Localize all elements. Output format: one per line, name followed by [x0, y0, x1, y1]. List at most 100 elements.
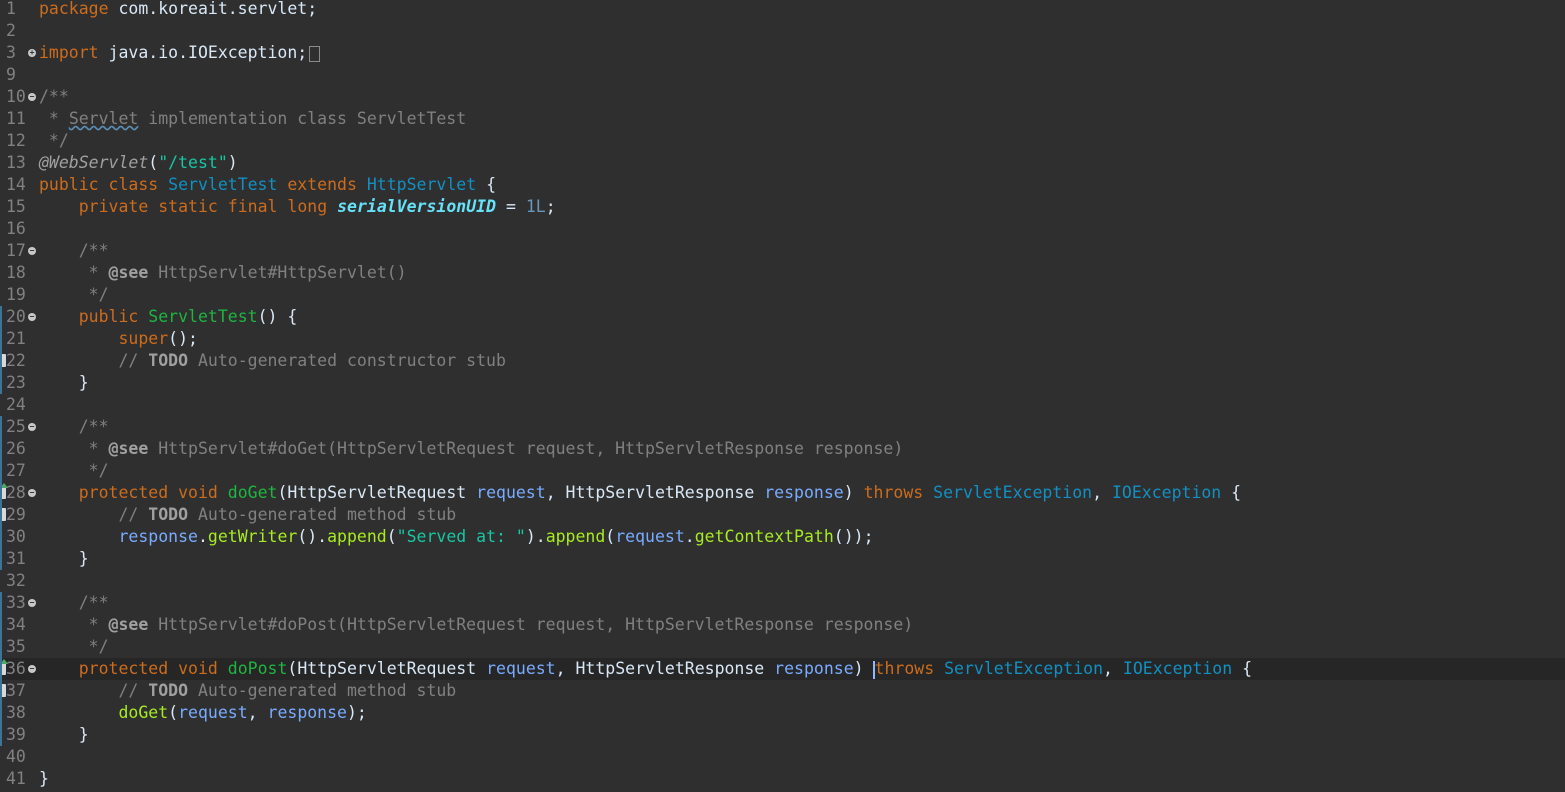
code-text[interactable]: * @see HttpServlet#doGet(HttpServletRequ…: [39, 438, 904, 460]
collapsed-region-icon[interactable]: [309, 45, 321, 62]
fold-collapse-icon[interactable]: −: [28, 665, 36, 673]
line-gutter[interactable]: 27: [0, 460, 38, 482]
line-gutter[interactable]: 25−: [0, 416, 38, 438]
code-line[interactable]: 39 }: [0, 724, 1565, 746]
code-text[interactable]: doGet(request, response);: [39, 702, 366, 724]
line-gutter[interactable]: 19: [0, 284, 38, 306]
code-line[interactable]: 16: [0, 218, 1565, 240]
line-gutter[interactable]: 22: [0, 350, 38, 372]
code-line[interactable]: 37 // TODO Auto-generated method stub: [0, 680, 1565, 702]
code-line[interactable]: 32: [0, 570, 1565, 592]
code-text[interactable]: */: [39, 636, 109, 658]
code-line[interactable]: 35 */: [0, 636, 1565, 658]
code-line[interactable]: 9: [0, 64, 1565, 86]
fold-collapse-icon[interactable]: −: [28, 599, 36, 607]
line-gutter[interactable]: 21: [0, 328, 38, 350]
line-gutter[interactable]: 38: [0, 702, 38, 724]
code-line[interactable]: 29 // TODO Auto-generated method stub: [0, 504, 1565, 526]
line-gutter[interactable]: 1: [0, 0, 38, 20]
code-text[interactable]: /**: [39, 86, 69, 108]
line-gutter[interactable]: 18: [0, 262, 38, 284]
code-text[interactable]: /**: [39, 416, 109, 438]
code-line[interactable]: 38 doGet(request, response);: [0, 702, 1565, 724]
fold-collapse-icon[interactable]: −: [28, 93, 36, 101]
line-gutter[interactable]: 39: [0, 724, 38, 746]
code-text[interactable]: public class ServletTest extends HttpSer…: [39, 174, 496, 196]
line-gutter[interactable]: 31: [0, 548, 38, 570]
code-line[interactable]: 27 */: [0, 460, 1565, 482]
code-text[interactable]: public ServletTest() {: [39, 306, 298, 328]
code-text[interactable]: package com.koreait.servlet;: [39, 0, 317, 20]
code-line[interactable]: 15 private static final long serialVersi…: [0, 196, 1565, 218]
line-gutter[interactable]: 34: [0, 614, 38, 636]
code-line[interactable]: 17− /**: [0, 240, 1565, 262]
code-text[interactable]: */: [39, 460, 109, 482]
code-line[interactable]: 40: [0, 746, 1565, 768]
code-line[interactable]: 34 * @see HttpServlet#doPost(HttpServlet…: [0, 614, 1565, 636]
code-text[interactable]: private static final long serialVersionU…: [39, 196, 556, 218]
code-line[interactable]: 30 response.getWriter().append("Served a…: [0, 526, 1565, 548]
code-line[interactable]: 23 }: [0, 372, 1565, 394]
code-text[interactable]: // TODO Auto-generated method stub: [39, 680, 456, 702]
code-text[interactable]: /**: [39, 240, 109, 262]
code-line[interactable]: 12 */: [0, 130, 1565, 152]
line-gutter[interactable]: 33−: [0, 592, 38, 614]
code-text[interactable]: }: [39, 724, 89, 746]
line-gutter[interactable]: 37: [0, 680, 38, 702]
code-line[interactable]: 21 super();: [0, 328, 1565, 350]
code-text[interactable]: /**: [39, 592, 109, 614]
code-line[interactable]: 41}: [0, 768, 1565, 790]
line-gutter[interactable]: 17−: [0, 240, 38, 262]
code-text[interactable]: * Servlet implementation class ServletTe…: [39, 108, 466, 130]
line-gutter[interactable]: 20−: [0, 306, 38, 328]
line-gutter[interactable]: 28−: [0, 482, 38, 504]
line-gutter[interactable]: 24: [0, 394, 38, 416]
fold-expand-icon[interactable]: +: [28, 49, 36, 57]
line-gutter[interactable]: 30: [0, 526, 38, 548]
code-text[interactable]: // TODO Auto-generated constructor stub: [39, 350, 505, 372]
code-line[interactable]: 19 */: [0, 284, 1565, 306]
code-line[interactable]: 28− protected void doGet(HttpServletRequ…: [0, 482, 1565, 504]
line-gutter[interactable]: 41: [0, 768, 38, 790]
code-text[interactable]: }: [39, 372, 89, 394]
line-gutter[interactable]: 36−: [0, 658, 38, 680]
code-line[interactable]: 22 // TODO Auto-generated constructor st…: [0, 350, 1565, 372]
code-text[interactable]: import java.io.IOException;: [39, 42, 321, 64]
line-gutter[interactable]: 9: [0, 64, 38, 86]
code-text[interactable]: response.getWriter().append("Served at: …: [39, 526, 873, 548]
line-gutter[interactable]: 15: [0, 196, 38, 218]
code-line[interactable]: 36− protected void doPost(HttpServletReq…: [0, 658, 1565, 680]
code-text[interactable]: super();: [39, 328, 197, 350]
line-gutter[interactable]: 14: [0, 174, 38, 196]
line-gutter[interactable]: 12: [0, 130, 38, 152]
fold-collapse-icon[interactable]: −: [28, 489, 36, 497]
line-gutter[interactable]: 2: [0, 20, 38, 42]
line-gutter[interactable]: 32: [0, 570, 38, 592]
line-gutter[interactable]: 26: [0, 438, 38, 460]
line-gutter[interactable]: 10−: [0, 86, 38, 108]
code-line[interactable]: 14 public class ServletTest extends HttpS…: [0, 174, 1565, 196]
line-gutter[interactable]: 16: [0, 218, 38, 240]
code-line[interactable]: 31 }: [0, 548, 1565, 570]
code-text[interactable]: }: [39, 768, 49, 790]
code-text[interactable]: // TODO Auto-generated method stub: [39, 504, 456, 526]
code-text[interactable]: */: [39, 130, 69, 152]
code-text[interactable]: * @see HttpServlet#HttpServlet(): [39, 262, 407, 284]
code-line[interactable]: 2: [0, 20, 1565, 42]
line-gutter[interactable]: 40: [0, 746, 38, 768]
code-line[interactable]: 11 * Servlet implementation class Servle…: [0, 108, 1565, 130]
code-line[interactable]: 26 * @see HttpServlet#doGet(HttpServletR…: [0, 438, 1565, 460]
code-text[interactable]: protected void doGet(HttpServletRequest …: [39, 482, 1241, 504]
line-gutter[interactable]: 11: [0, 108, 38, 130]
code-text[interactable]: @WebServlet("/test"): [39, 152, 238, 174]
code-text[interactable]: */: [39, 284, 109, 306]
code-text[interactable]: }: [39, 548, 89, 570]
line-gutter[interactable]: 35: [0, 636, 38, 658]
fold-collapse-icon[interactable]: −: [28, 247, 36, 255]
code-line[interactable]: 3 + import java.io.IOException;: [0, 42, 1565, 64]
code-line[interactable]: 18 * @see HttpServlet#HttpServlet(): [0, 262, 1565, 284]
code-text[interactable]: * @see HttpServlet#doPost(HttpServletReq…: [39, 614, 914, 636]
line-gutter[interactable]: 3 +: [0, 42, 38, 64]
java-code-editor[interactable]: 1 package com.koreait.servlet; 2 3 + import j…: [0, 0, 1565, 792]
fold-collapse-icon[interactable]: −: [28, 423, 36, 431]
